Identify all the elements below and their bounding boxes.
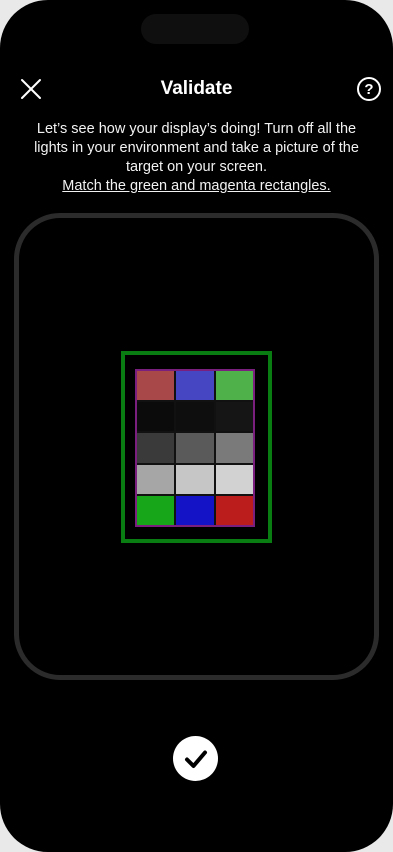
color-swatch — [215, 433, 253, 463]
color-swatch — [176, 402, 214, 432]
help-button[interactable]: ? — [357, 77, 381, 101]
match-rectangles-link[interactable]: Match the green and magenta rectangles. — [62, 177, 330, 196]
help-icon: ? — [364, 80, 374, 98]
color-swatch — [215, 402, 253, 432]
color-swatch — [176, 371, 214, 401]
color-swatch — [176, 495, 214, 525]
page-title: Validate — [160, 78, 233, 99]
confirm-button[interactable] — [173, 736, 218, 781]
color-swatch — [215, 464, 253, 494]
color-swatch — [137, 371, 175, 401]
color-swatch — [176, 433, 214, 463]
color-target-grid — [137, 371, 253, 525]
screen: Validate ? Let’s see how your display’s … — [0, 0, 393, 852]
checkmark-icon — [184, 750, 207, 768]
dynamic-island — [141, 14, 249, 44]
instructions: Let’s see how your display’s doing! Turn… — [18, 120, 375, 196]
color-swatch — [176, 464, 214, 494]
color-swatch — [137, 402, 175, 432]
instructions-text: Let’s see how your display’s doing! Turn… — [34, 121, 359, 175]
color-swatch — [215, 495, 253, 525]
color-swatch — [215, 371, 253, 401]
color-swatch — [137, 495, 175, 525]
color-swatch — [137, 464, 175, 494]
color-swatch — [137, 433, 175, 463]
